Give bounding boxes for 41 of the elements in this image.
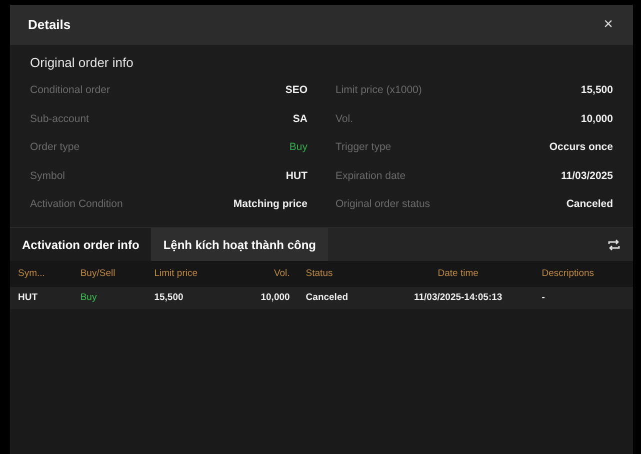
field-value: 11/03/2025 bbox=[561, 168, 613, 184]
field-label: Expiration date bbox=[336, 168, 406, 184]
column-header: Status bbox=[298, 261, 382, 288]
field-label: Limit price (x1000) bbox=[336, 82, 422, 98]
field-label: Vol. bbox=[336, 112, 354, 127]
swap-button[interactable] bbox=[595, 228, 633, 262]
column-header: Vol. bbox=[232, 261, 298, 288]
column-header: Limit price bbox=[146, 261, 232, 288]
field-label: Sub-account bbox=[30, 112, 89, 127]
table-cell: Buy bbox=[72, 287, 146, 310]
field-label: Order type bbox=[30, 140, 80, 156]
table-cell: 15,500 bbox=[146, 287, 232, 310]
swap-arrows-icon bbox=[607, 238, 621, 252]
column-header: Date time bbox=[382, 261, 534, 288]
column-header: Descriptions bbox=[534, 261, 633, 288]
field-value: Canceled bbox=[566, 197, 613, 212]
field-value: SA bbox=[292, 112, 308, 127]
table-cell: HUT bbox=[10, 287, 72, 310]
dialog-title: Details bbox=[28, 16, 71, 34]
field-label: Trigger type bbox=[336, 140, 392, 156]
column-header: Sym... bbox=[10, 261, 72, 288]
table-cell: - bbox=[534, 287, 633, 310]
field-label: Symbol bbox=[30, 168, 66, 184]
field-value: 15,500 bbox=[580, 82, 613, 98]
column-header: Buy/Sell bbox=[72, 261, 146, 288]
field-value: Occurs once bbox=[549, 140, 613, 156]
field-label: Activation Condition bbox=[30, 197, 123, 212]
field-label: Conditional order bbox=[30, 82, 110, 98]
section-heading: Original order info bbox=[30, 54, 134, 72]
tab[interactable]: Lệnh kích hoạt thành công bbox=[151, 228, 328, 262]
field-value: Matching price bbox=[233, 197, 308, 212]
field-label: Original order status bbox=[336, 197, 430, 212]
table-cell: 11/03/2025-14:05:13 bbox=[382, 287, 534, 310]
field-value: Buy bbox=[289, 140, 308, 156]
table-cell: Canceled bbox=[298, 287, 382, 310]
close-button[interactable]: × bbox=[602, 17, 615, 33]
field-value: HUT bbox=[286, 168, 308, 184]
tab[interactable]: Activation order info bbox=[10, 228, 152, 262]
table-cell: 10,000 bbox=[232, 287, 298, 310]
field-value: 10,000 bbox=[580, 112, 613, 127]
field-value: SEO bbox=[285, 82, 308, 98]
